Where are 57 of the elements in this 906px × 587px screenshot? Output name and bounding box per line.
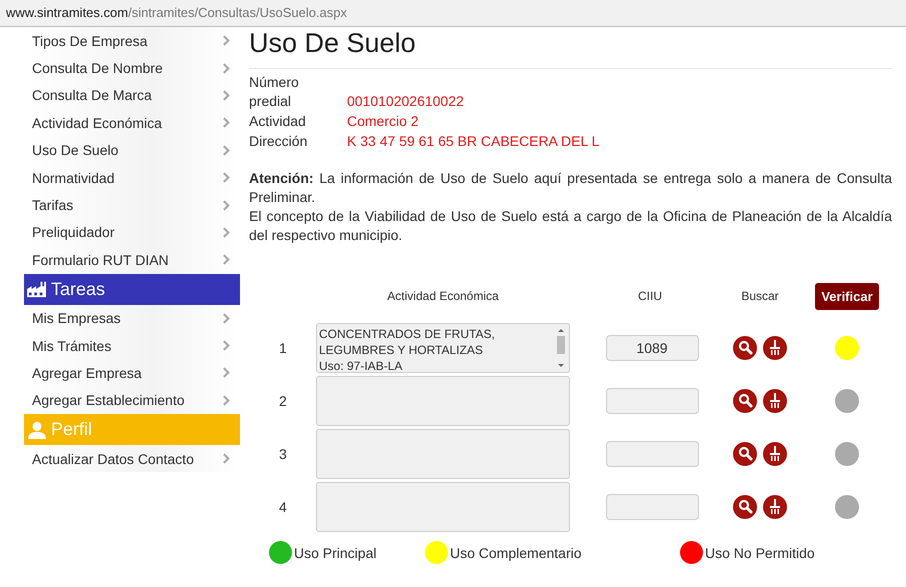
broom-icon[interactable] [763, 388, 787, 412]
column-header: Actividad Económica [386, 289, 500, 303]
broom-icon[interactable] [763, 336, 787, 360]
detail-value: K 33 47 59 61 65 BR CABECERA DEL L [347, 132, 600, 151]
activity-field[interactable]: CONCENTRADOS DE FRUTAS, LEGUMBRES Y HORTALIZAS Uso: 97-IAB-LA [316, 322, 570, 372]
ciiu-field[interactable] [606, 440, 698, 466]
chevron-icon [223, 62, 230, 74]
column-header: CIIU [637, 289, 663, 303]
chevron-icon [223, 367, 230, 378]
legend-label: Uso No Permitido [705, 544, 815, 560]
notice-text: El concepto de la Viabilidad de Uso de Suelo está a cargo de la Oficina de Planeación de la Alcaldía del respectivo municipio. [249, 207, 892, 245]
row-number: 3 [278, 446, 288, 462]
url-path: /sintramites/Consultas/UsoSuelo.aspx [128, 5, 348, 20]
search-icon[interactable] [733, 442, 757, 466]
activity-field[interactable] [316, 482, 570, 532]
chevron-icon [223, 312, 230, 324]
chevron-icon [223, 340, 230, 352]
chevron-icon [223, 35, 230, 46]
detail-label: Actividad [249, 112, 307, 131]
chevron-icon [223, 172, 230, 184]
ciiu-field[interactable]: 1089 [606, 334, 698, 360]
detail-value: Comercio 2 [347, 112, 420, 131]
row-number: 4 [278, 498, 288, 514]
row-number: 2 [278, 392, 288, 408]
ciiu-field[interactable] [606, 494, 698, 520]
search-icon[interactable] [733, 336, 757, 360]
chevron-icon [223, 226, 230, 238]
chevron-icon [223, 394, 230, 406]
detail-value: 001010202610022 [347, 92, 465, 111]
row-number: 1 [278, 340, 288, 356]
verify-button[interactable]: Verificar [815, 282, 879, 310]
chevron-icon [223, 254, 230, 266]
person-icon [26, 420, 48, 439]
legend-label: Uso Complementario [450, 544, 582, 560]
page-title: Uso De Suelo [249, 27, 417, 60]
detail-label: Dirección [249, 132, 308, 151]
legend-label: Uso Principal [294, 544, 376, 560]
sidebar-item[interactable]: Mis Empresas [24, 304, 240, 332]
broom-icon[interactable] [763, 442, 787, 466]
broom-icon[interactable] [763, 494, 787, 518]
column-header: Buscar [740, 289, 780, 303]
address-bar[interactable]: www.sintramites.com/sintramites/Consultas/UsoSuelo.aspx [0, 0, 906, 27]
chevron-icon [223, 200, 230, 211]
detail-label: Número predial [249, 73, 300, 111]
search-icon[interactable] [733, 494, 757, 518]
ciiu-field[interactable] [606, 388, 698, 414]
section-title: Tareas [51, 278, 106, 300]
chevron-icon [223, 453, 230, 464]
section-title: Perfil [51, 419, 92, 440]
activity-field[interactable] [316, 376, 570, 426]
activity-field[interactable] [316, 428, 570, 478]
search-icon[interactable] [733, 388, 757, 412]
chevron-icon [223, 90, 230, 101]
chevron-icon [223, 144, 230, 156]
chevron-icon [223, 117, 230, 128]
url-host: www.sintramites.com [6, 5, 128, 20]
notice-text: Atención: La información de Uso de Suelo aquí presentada se entrega solo a manera de Consulta Preliminar. [249, 169, 892, 207]
